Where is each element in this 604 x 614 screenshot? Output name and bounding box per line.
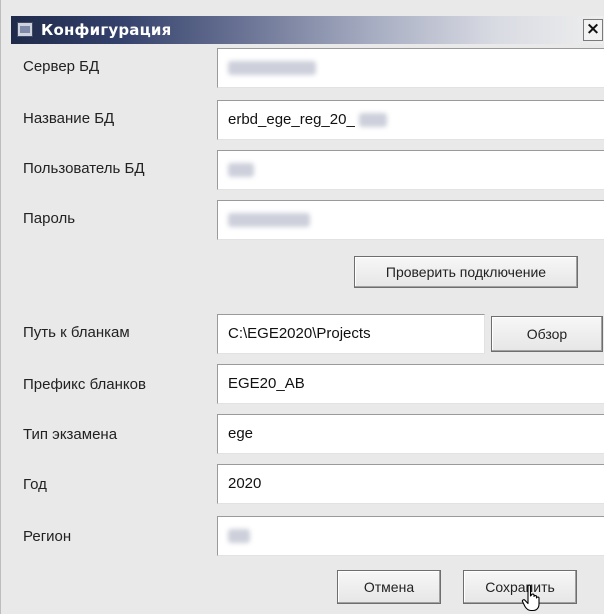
configuration-dialog: Конфигурация × Сервер БД Название БД erb…: [0, 0, 604, 614]
redacted-value: [228, 163, 254, 178]
forms-path-input[interactable]: C:\EGE2020\Projects: [217, 314, 485, 354]
password-label: Пароль: [23, 210, 76, 227]
db-user-input[interactable]: [217, 150, 604, 190]
redacted-value: [228, 529, 250, 544]
forms-path-label: Путь к бланкам: [23, 324, 130, 341]
db-name-input[interactable]: erbd_ege_reg_20_: [217, 100, 604, 140]
forms-prefix-label: Префикс бланков: [23, 376, 146, 393]
close-button[interactable]: ×: [583, 19, 603, 41]
exam-type-label: Тип экзамена: [23, 426, 118, 443]
exam-type-input[interactable]: ege: [217, 414, 604, 454]
db-server-label: Сервер БД: [23, 58, 100, 75]
db-server-input[interactable]: [217, 48, 604, 88]
db-name-value: erbd_ege_reg_20_: [228, 111, 355, 128]
forms-prefix-input[interactable]: EGE20_AB: [217, 364, 604, 404]
save-button[interactable]: Сохранить: [463, 570, 577, 604]
cancel-button[interactable]: Отмена: [337, 570, 441, 604]
redacted-value: [228, 61, 316, 76]
year-label: Год: [23, 476, 47, 493]
title-bar[interactable]: Конфигурация ×: [11, 16, 603, 44]
app-window-icon: [17, 22, 33, 37]
redacted-value: [228, 213, 310, 228]
redacted-value: [358, 113, 387, 128]
password-input[interactable]: [217, 200, 604, 240]
hand-cursor-icon: [521, 584, 540, 612]
db-user-label: Пользователь БД: [23, 160, 145, 177]
db-name-label: Название БД: [23, 110, 115, 127]
test-connection-button[interactable]: Проверить подключение: [354, 256, 578, 288]
region-label: Регион: [23, 528, 72, 545]
year-input[interactable]: 2020: [217, 464, 604, 504]
window-title: Конфигурация: [41, 21, 172, 39]
close-icon: ×: [585, 19, 601, 39]
browse-button[interactable]: Обзор: [491, 316, 603, 352]
region-input[interactable]: [217, 516, 604, 556]
